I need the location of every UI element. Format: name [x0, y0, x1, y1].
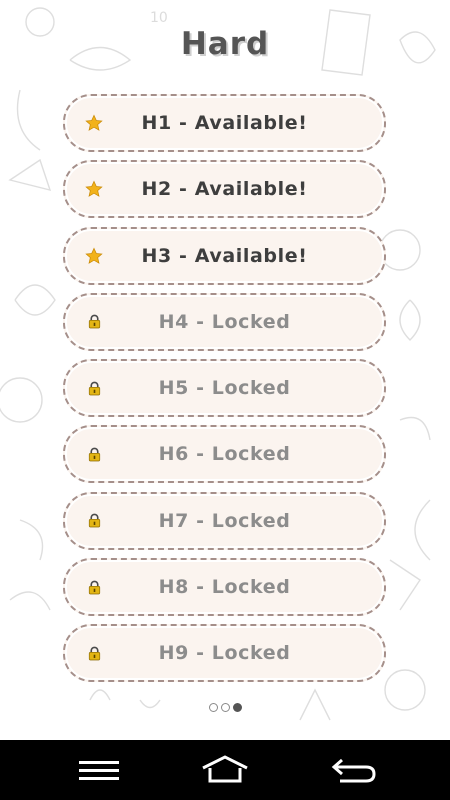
level-label: H4 - Locked — [158, 310, 291, 333]
level-label: H2 - Available! — [141, 178, 308, 201]
page-dot-3 — [232, 703, 242, 712]
level-button-4[interactable]: H4 - Locked — [63, 292, 386, 351]
level-button-6[interactable]: H6 - Locked — [63, 425, 386, 484]
level-label: H1 - Available! — [141, 112, 308, 134]
back-button[interactable] — [328, 754, 376, 786]
level-label: H3 - Available! — [141, 244, 308, 267]
level-button-5[interactable]: H5 - Locked — [63, 359, 386, 418]
level-label: H6 - Locked — [158, 443, 291, 466]
level-button-9[interactable]: H9 - Locked — [63, 624, 386, 683]
home-icon — [202, 755, 248, 783]
level-label: H8 - Locked — [158, 576, 291, 599]
level-list: H1 - Available! H2 - Available! H3 - Avail… — [63, 94, 386, 691]
page-title: Hard — [180, 26, 270, 62]
page-indicator — [0, 703, 450, 712]
level-button-8[interactable]: H8 - Locked — [63, 558, 386, 617]
svg-text:10: 10 — [150, 10, 168, 26]
level-button-3[interactable]: H3 - Available! — [63, 226, 386, 285]
level-label: H9 - Locked — [158, 642, 291, 665]
level-label: H5 - Locked — [158, 377, 291, 400]
page-dot-2 — [220, 703, 230, 712]
level-button-2[interactable]: H2 - Available! — [63, 160, 386, 219]
menu-icon — [79, 761, 119, 780]
menu-button[interactable] — [75, 754, 123, 786]
home-button[interactable] — [201, 754, 249, 786]
page-dot-1 — [208, 703, 218, 712]
android-navigation-bar — [0, 740, 450, 800]
level-button-7[interactable]: H7 - Locked — [63, 491, 386, 550]
level-button-1[interactable]: H1 - Available! — [63, 94, 386, 152]
back-icon — [331, 758, 376, 783]
level-label: H7 - Locked — [158, 509, 291, 532]
